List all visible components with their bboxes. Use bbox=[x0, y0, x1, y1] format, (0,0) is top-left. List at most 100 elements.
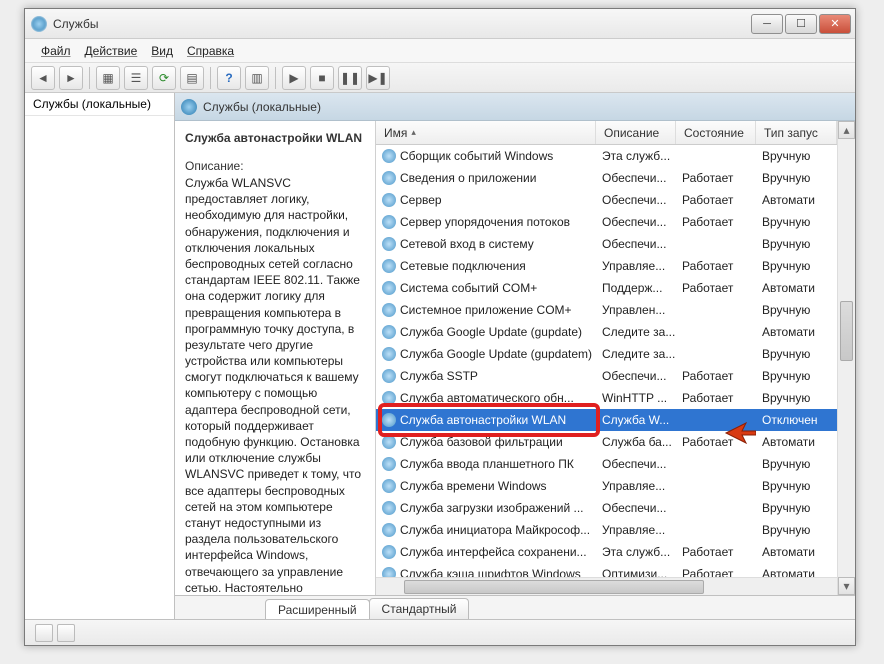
col-state[interactable]: Состояние bbox=[676, 121, 756, 144]
tree-item-local-services[interactable]: Службы (локальные) bbox=[25, 93, 174, 116]
properties-button[interactable]: ☰ bbox=[124, 66, 148, 90]
service-desc: WinHTTP ... bbox=[596, 389, 676, 407]
service-row[interactable]: Службa aвтоматического обн...WinHTTP ...… bbox=[376, 387, 837, 409]
stop-service-button[interactable]: ■ bbox=[310, 66, 334, 90]
horizontal-scrollbar[interactable] bbox=[376, 577, 837, 595]
service-state: Работает bbox=[676, 169, 756, 187]
window-title: Службы bbox=[53, 17, 749, 31]
col-startup-type[interactable]: Тип запус bbox=[756, 121, 837, 144]
service-icon bbox=[382, 457, 396, 471]
service-icon bbox=[382, 347, 396, 361]
service-desc: Поддерж... bbox=[596, 279, 676, 297]
service-state bbox=[676, 154, 756, 158]
service-row[interactable]: Служба ввода планшетного ПКОбеспечи...Вр… bbox=[376, 453, 837, 475]
service-name: Служба Google Update (gupdate) bbox=[400, 325, 582, 339]
refresh-button[interactable]: ⟳ bbox=[152, 66, 176, 90]
menu-bar: Файл Действие Вид Справка bbox=[25, 39, 855, 63]
service-desc: Следите за... bbox=[596, 323, 676, 341]
service-state: Работает bbox=[676, 565, 756, 577]
service-row[interactable]: СерверОбеспечи...РаботаетАвтомати bbox=[376, 189, 837, 211]
titlebar[interactable]: Службы ─ ☐ ✕ bbox=[25, 9, 855, 39]
service-icon bbox=[382, 281, 396, 295]
service-desc: Обеспечи... bbox=[596, 169, 676, 187]
service-state bbox=[676, 484, 756, 488]
service-name: Служба интерфейса сохранени... bbox=[400, 545, 587, 559]
service-desc: Эта служб... bbox=[596, 147, 676, 165]
service-icon bbox=[382, 215, 396, 229]
forward-button[interactable]: ► bbox=[59, 66, 83, 90]
back-button[interactable]: ◄ bbox=[31, 66, 55, 90]
statusbar-button-1[interactable] bbox=[35, 624, 53, 642]
service-desc: Управляе... bbox=[596, 521, 676, 539]
tab-extended[interactable]: Расширенный bbox=[265, 599, 370, 619]
vscroll-thumb[interactable] bbox=[840, 301, 853, 361]
service-row[interactable]: Служба инициатора Майкрософ...Управляе..… bbox=[376, 519, 837, 541]
service-state bbox=[676, 528, 756, 532]
service-icon bbox=[382, 171, 396, 185]
service-row[interactable]: Сборщик событий WindowsЭта служб...Вручн… bbox=[376, 145, 837, 167]
service-icon bbox=[382, 545, 396, 559]
statusbar-button-2[interactable] bbox=[57, 624, 75, 642]
service-name: Системное приложение COM+ bbox=[400, 303, 572, 317]
help-button[interactable]: ? bbox=[217, 66, 241, 90]
service-desc: Обеспечи... bbox=[596, 235, 676, 253]
close-button[interactable]: ✕ bbox=[819, 14, 851, 34]
service-row[interactable]: Служба кэша шрифтов WindowsОптимизи...Ра… bbox=[376, 563, 837, 577]
description-text: Служба WLANSVC предоставляет логику, нео… bbox=[185, 175, 365, 595]
menu-view[interactable]: Вид bbox=[145, 42, 179, 60]
menu-help[interactable]: Справка bbox=[181, 42, 240, 60]
service-state bbox=[676, 462, 756, 466]
scroll-down-button[interactable]: ▾ bbox=[838, 577, 855, 595]
service-row[interactable]: Служба Google Update (gupdatem)Следите з… bbox=[376, 343, 837, 365]
service-state bbox=[676, 418, 756, 422]
service-start-type: Вручную bbox=[756, 345, 837, 363]
service-desc: Обеспечи... bbox=[596, 191, 676, 209]
col-description[interactable]: Описание bbox=[596, 121, 676, 144]
service-name: Служба базовой фильтрации bbox=[400, 435, 563, 449]
tab-standard[interactable]: Стандартный bbox=[369, 598, 470, 619]
col-name[interactable]: Имя▴ bbox=[376, 121, 596, 144]
description-label: Описание: bbox=[185, 159, 365, 173]
service-state: Работает bbox=[676, 191, 756, 209]
columns-button[interactable]: ▥ bbox=[245, 66, 269, 90]
service-row[interactable]: Служба времени WindowsУправляе...Вручную bbox=[376, 475, 837, 497]
scroll-up-button[interactable]: ▴ bbox=[838, 121, 855, 139]
restart-service-button[interactable]: ▶❚ bbox=[366, 66, 390, 90]
export-button[interactable]: ▤ bbox=[180, 66, 204, 90]
service-row[interactable]: Сетевой вход в системуОбеспечи...Вручную bbox=[376, 233, 837, 255]
service-row[interactable]: Служба Google Update (gupdate) Следите за… bbox=[376, 321, 837, 343]
service-icon bbox=[382, 413, 396, 427]
show-hide-tree-button[interactable]: ▦ bbox=[96, 66, 120, 90]
service-row[interactable]: Служба базовой фильтрацииСлужба ба...Раб… bbox=[376, 431, 837, 453]
service-desc: Обеспечи... bbox=[596, 499, 676, 517]
hscroll-thumb[interactable] bbox=[404, 580, 704, 594]
service-row[interactable]: Служба интерфейса сохранени...Эта служб.… bbox=[376, 541, 837, 563]
maximize-button[interactable]: ☐ bbox=[785, 14, 817, 34]
service-start-type: Вручную bbox=[756, 147, 837, 165]
service-icon bbox=[382, 237, 396, 251]
service-row[interactable]: Служба автонастройки WLANСлужба W...Откл… bbox=[376, 409, 837, 431]
service-row[interactable]: Служба загрузки изображений ...Обеспечи.… bbox=[376, 497, 837, 519]
service-row[interactable]: Системное приложение COM+Управлен...Вруч… bbox=[376, 299, 837, 321]
selected-service-name: Служба автонастройки WLAN bbox=[185, 131, 365, 145]
minimize-button[interactable]: ─ bbox=[751, 14, 783, 34]
service-desc: Служба ба... bbox=[596, 433, 676, 451]
service-icon bbox=[382, 523, 396, 537]
service-icon bbox=[382, 479, 396, 493]
pause-service-button[interactable]: ❚❚ bbox=[338, 66, 362, 90]
vertical-scrollbar[interactable]: ▴ ▾ bbox=[837, 121, 855, 595]
service-state bbox=[676, 242, 756, 246]
sort-asc-icon: ▴ bbox=[411, 127, 416, 138]
start-service-button[interactable]: ▶ bbox=[282, 66, 306, 90]
service-desc: Управляе... bbox=[596, 477, 676, 495]
service-row[interactable]: Служба SSTPОбеспечи...РаботаетВручную bbox=[376, 365, 837, 387]
service-name: Система событий COM+ bbox=[400, 281, 537, 295]
service-desc: Управлен... bbox=[596, 301, 676, 319]
service-row[interactable]: Сервер упорядочения потоковОбеспечи...Ра… bbox=[376, 211, 837, 233]
menu-action[interactable]: Действие bbox=[79, 42, 144, 60]
service-row[interactable]: Система событий COM+Поддерж...РаботаетАв… bbox=[376, 277, 837, 299]
service-row[interactable]: Сетевые подключенияУправляе...РаботаетВр… bbox=[376, 255, 837, 277]
service-row[interactable]: Сведения о приложенииОбеспечи...Работает… bbox=[376, 167, 837, 189]
service-start-type: Вручную bbox=[756, 367, 837, 385]
menu-file[interactable]: Файл bbox=[35, 42, 77, 60]
